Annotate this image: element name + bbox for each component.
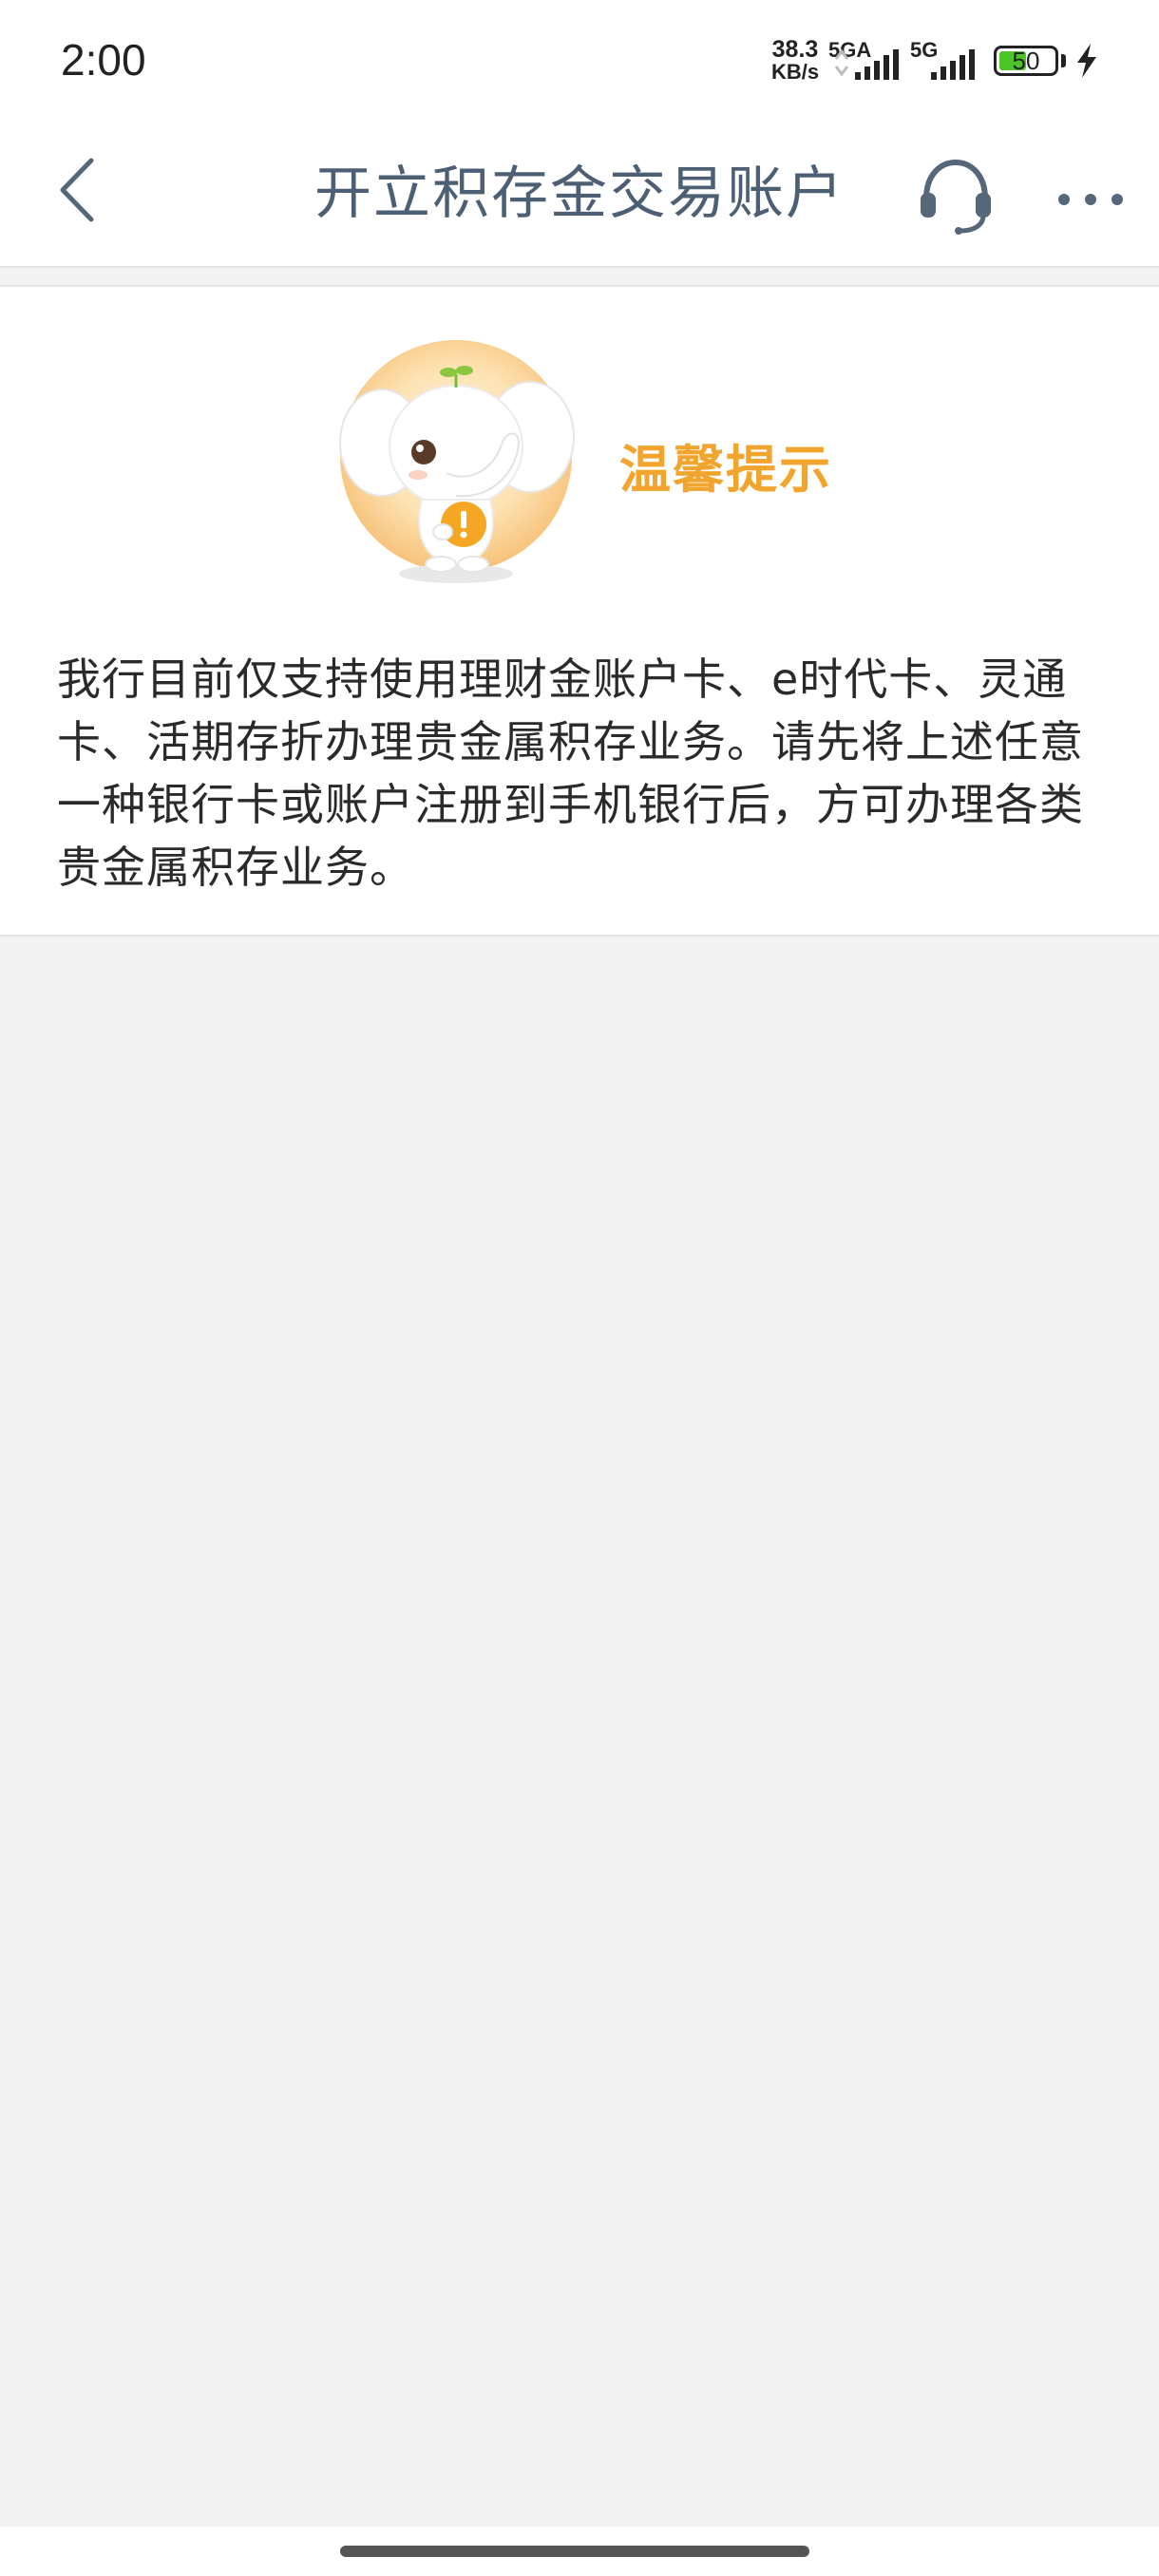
chevron-left-icon xyxy=(60,158,94,222)
nav-bar: 开立积存金交易账户 xyxy=(0,123,1159,268)
customer-service-button[interactable] xyxy=(910,150,1001,241)
sim2-signal-icon xyxy=(931,49,975,80)
status-bar: 2:00 38.3 KB/s 5GA 5G 50 xyxy=(0,0,1159,123)
home-bar xyxy=(0,2527,1159,2576)
headset-icon xyxy=(921,159,991,235)
battery-level: 50 xyxy=(1012,47,1040,75)
notice-title: 温馨提示 xyxy=(619,440,832,500)
notice-body: 我行目前仅支持使用理财金账户卡、e时代卡、灵通卡、活期存折办理贵金属积存业务。请… xyxy=(57,653,1084,893)
network-speed-value: 38.3 xyxy=(771,36,819,63)
home-indicator[interactable] xyxy=(340,2546,809,2557)
battery-icon: 50 xyxy=(994,46,1058,76)
network-speed-unit: KB/s xyxy=(770,60,820,84)
battery-tip xyxy=(1061,54,1066,67)
notice-card: 温馨提示 我行目前仅支持使用理财金账户卡、e时代卡、灵通卡、活期存折办理贵金属积… xyxy=(0,285,1159,937)
page-title: 开立积存金交易账户 xyxy=(314,161,845,227)
status-time: 2:00 xyxy=(61,35,146,85)
charging-icon xyxy=(1077,44,1096,78)
sim1-signal-icon xyxy=(834,48,899,80)
more-dots-icon xyxy=(1058,194,1123,205)
network-speed: 38.3 KB/s xyxy=(766,38,825,84)
more-options-button[interactable] xyxy=(1053,161,1129,237)
back-button[interactable] xyxy=(38,152,114,228)
elephant-mascot-icon xyxy=(339,340,575,583)
